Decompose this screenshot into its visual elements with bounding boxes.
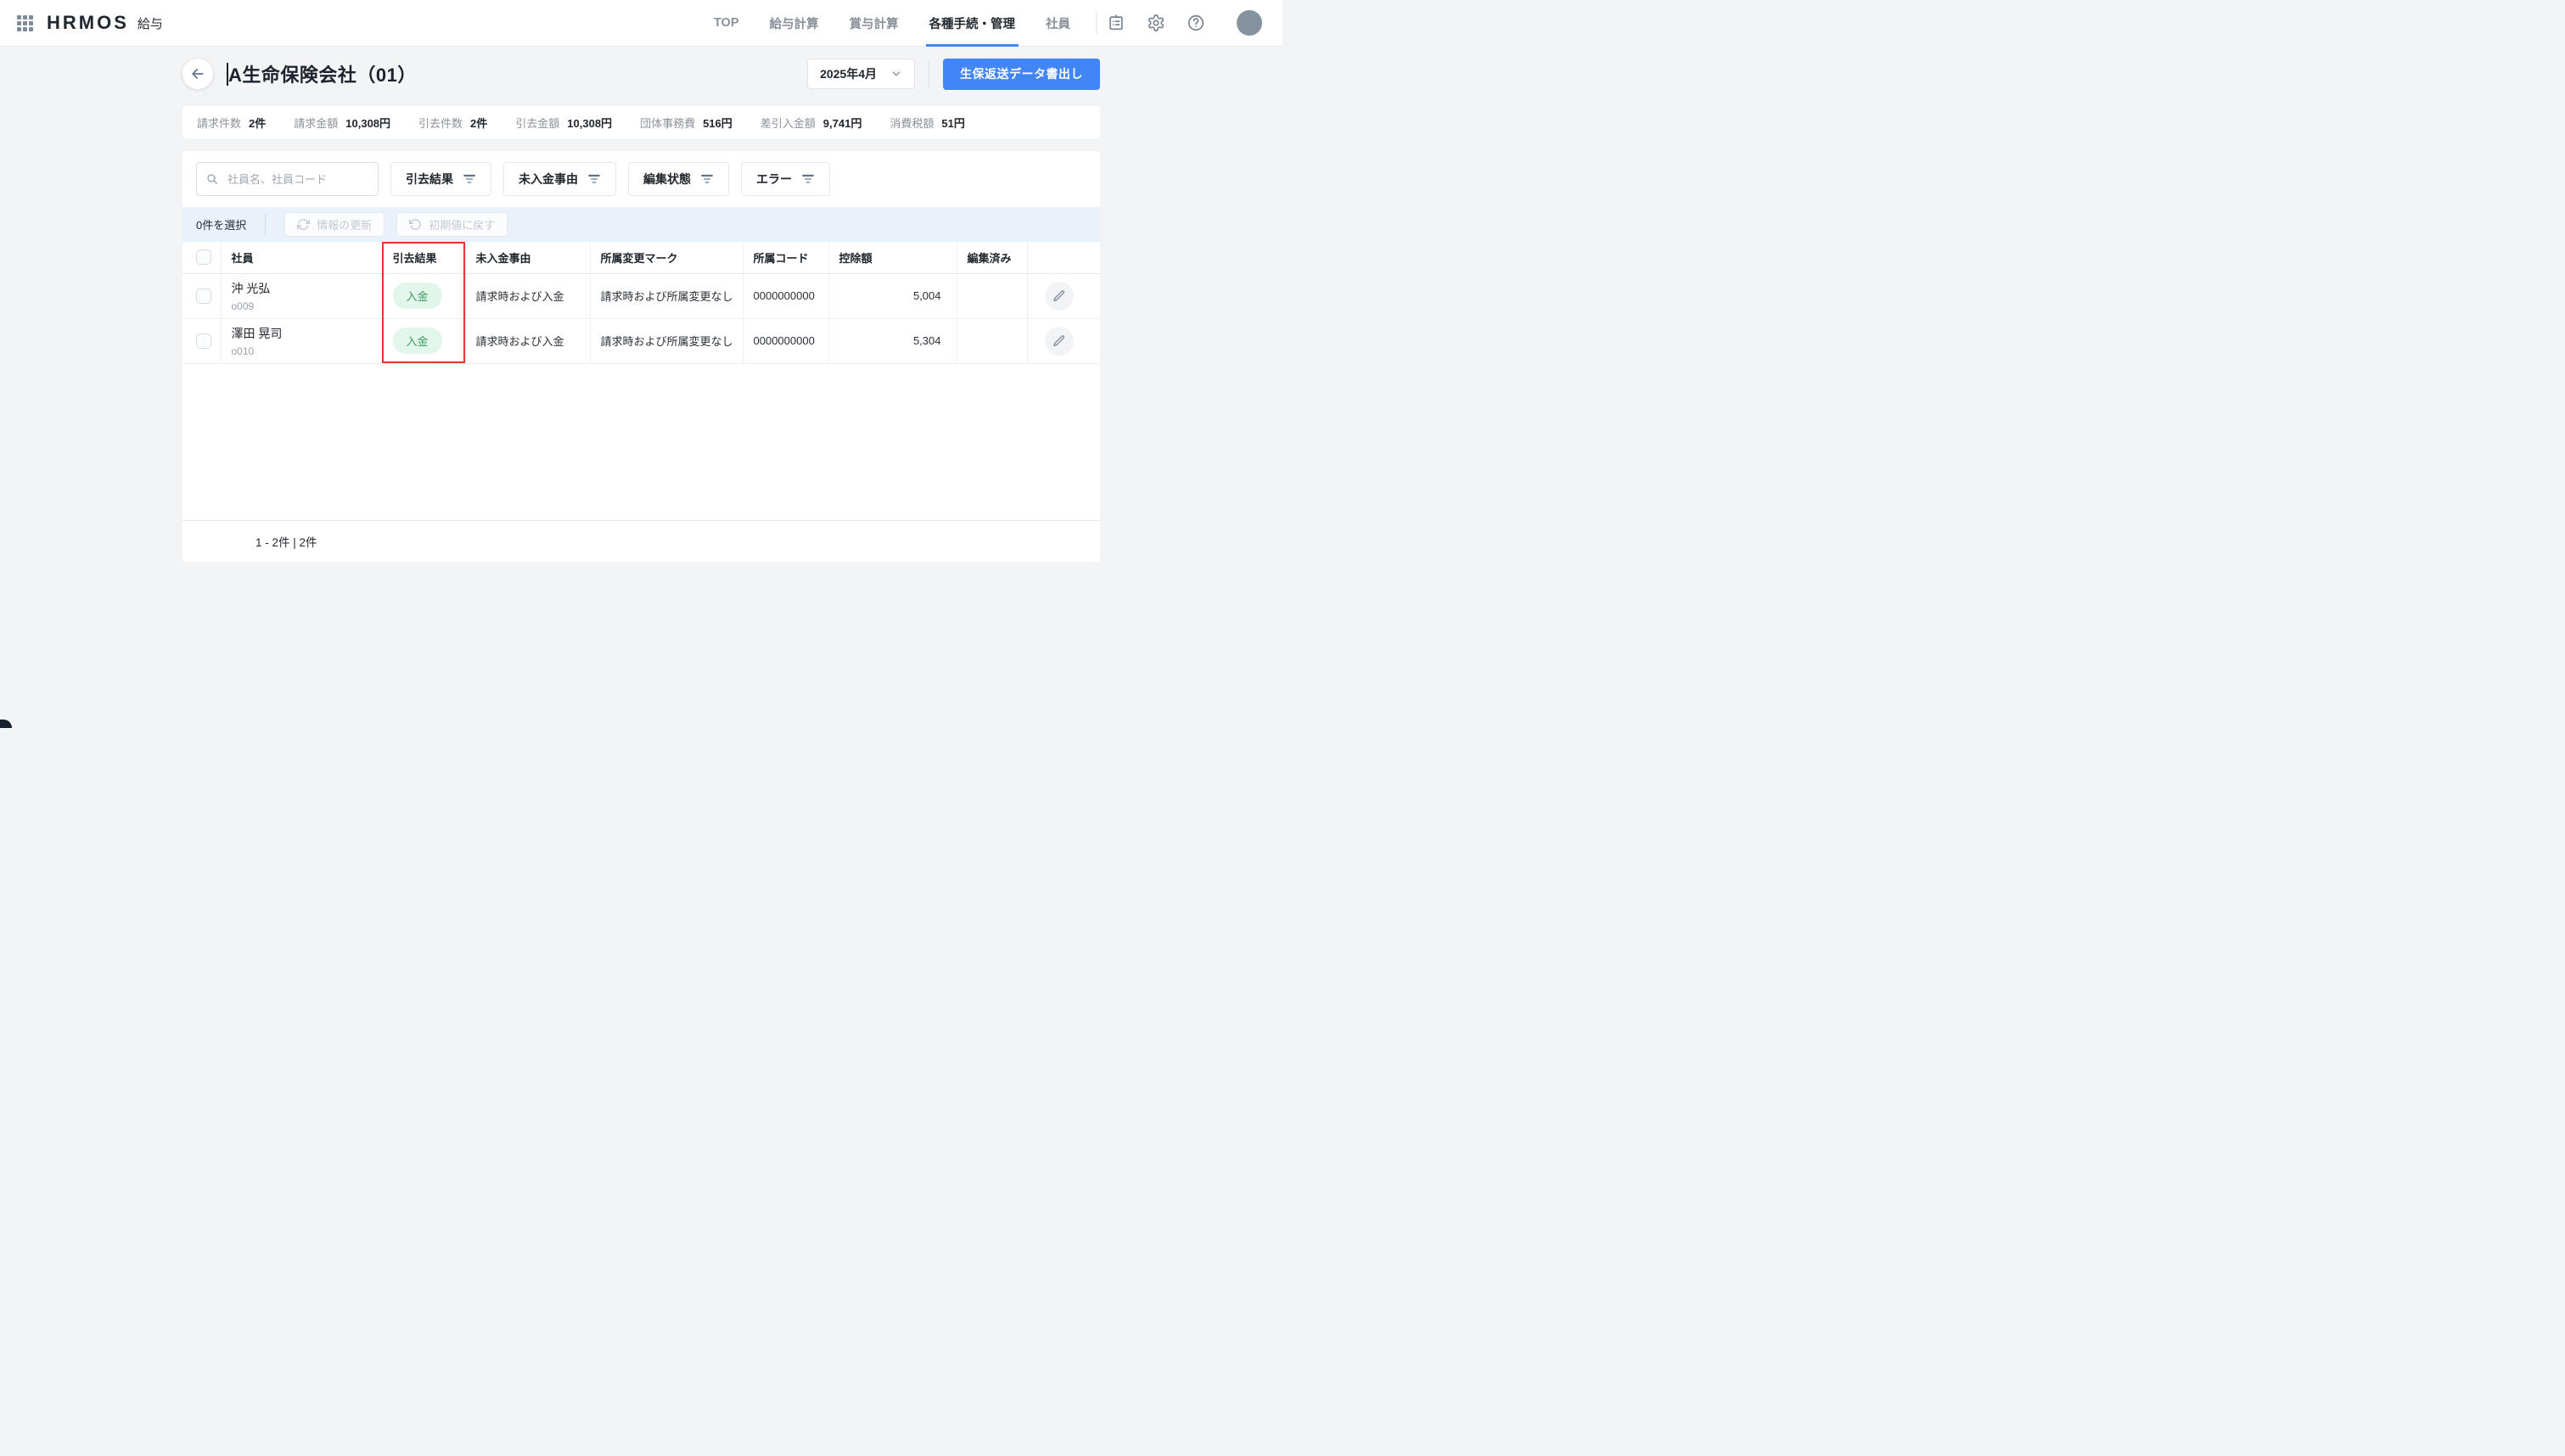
deduction-amount-cell: 5,004 [828,273,957,318]
col-header-affiliation-code: 所属コード [743,242,828,273]
nav-bonus-calc[interactable]: 賞与計算 [850,0,899,47]
top-bar: HRMOS 給与 TOP 給与計算 賞与計算 各種手続・管理 社員 [0,0,1282,47]
table-header-row: 社員 引去結果 未入金事由 所属変更マーク 所属コード 控除額 編集済み [182,242,1100,273]
hrmos-logo: HRMOS [47,12,129,34]
edited-cell [957,273,1027,318]
undo-icon [409,218,422,231]
title-row: A生命保険会社（01） 2025年4月 生保返送データ書出し [182,55,1100,92]
reset-defaults-button[interactable]: 初期値に戻す [396,212,508,237]
table-footer: 1 - 2件 | 2件 [182,520,1100,562]
stat-billing-amount: 請求金額 10,308円 [294,115,390,131]
product-name-label: 給与 [138,14,163,32]
pencil-icon [1052,334,1066,348]
col-header-deduction-amount: 控除額 [828,242,957,273]
row-checkbox[interactable] [196,333,211,349]
affiliation-change-cell: 請求時および所属変更なし [590,318,743,363]
stat-group-fee: 団体事務費 516円 [640,115,732,131]
app-grid-icon[interactable] [17,15,33,31]
search-input[interactable] [226,172,369,187]
nav-divider [1096,12,1097,34]
selection-count: 0件を選択 [196,216,246,232]
month-selector-value: 2025年4月 [820,65,877,82]
gear-icon[interactable] [1147,14,1165,32]
col-header-actions [1027,242,1100,273]
search-input-wrapper [196,162,379,196]
top-icons [1107,10,1262,36]
payment-status-badge: 入金 [393,328,442,354]
stat-deduction-count: 引去件数 2件 [418,115,487,131]
col-header-employee: 社員 [221,242,382,273]
nav-payroll-calc[interactable]: 給与計算 [770,0,819,47]
refresh-info-button[interactable]: 情報の更新 [284,212,384,237]
pagination-info: 1 - 2件 | 2件 [255,533,317,550]
selection-divider [265,214,266,235]
bottom-left-widget [0,720,12,728]
col-header-edited: 編集済み [957,242,1027,273]
main-nav: TOP 給与計算 賞与計算 各種手続・管理 社員 [714,0,1070,47]
month-selector[interactable]: 2025年4月 [807,59,915,89]
page-title: A生命保険会社（01） [228,60,417,87]
stat-net-amount: 差引入金額 9,741円 [761,115,862,131]
filter-row: 引去結果 未入金事由 編集状態 [182,151,1100,207]
export-data-button[interactable]: 生保返送データ書出し [943,59,1100,90]
pencil-icon [1052,289,1066,303]
stat-billing-count: 請求件数 2件 [197,115,266,131]
employee-name: 沖 光弘 [232,280,372,297]
unpaid-reason-cell: 請求時および入金 [465,318,590,363]
main-panel: 引去結果 未入金事由 編集状態 [182,151,1100,562]
chevron-down-icon [890,68,902,80]
affiliation-code-cell: 0000000000 [743,273,828,318]
filter-edit-status[interactable]: 編集状態 [628,162,729,196]
clipboard-list-icon[interactable] [1107,14,1125,32]
employee-table: 社員 引去結果 未入金事由 所属変更マーク 所属コード 控除額 編集済み 沖 光… [182,242,1100,364]
col-header-unpaid-reason: 未入金事由 [465,242,590,273]
edited-cell [957,318,1027,363]
nav-procedures-management[interactable]: 各種手続・管理 [929,0,1016,47]
col-header-deduction-result: 引去結果 [382,242,465,273]
filter-error[interactable]: エラー [741,162,830,196]
stat-consumption-tax: 消費税額 51円 [890,115,964,131]
edit-row-button[interactable] [1045,327,1074,356]
user-avatar[interactable] [1237,10,1262,36]
nav-employees[interactable]: 社員 [1046,0,1070,47]
unpaid-reason-cell: 請求時および入金 [465,273,590,318]
title-actions: 2025年4月 生保返送データ書出し [807,59,1100,90]
employee-name: 澤田 晃司 [232,325,372,342]
back-button[interactable] [182,59,213,89]
nav-top[interactable]: TOP [714,0,739,47]
filter-funnel-icon [700,172,714,186]
table-row[interactable]: 沖 光弘 o009 入金 請求時および入金 請求時および所属変更なし 00000… [182,273,1100,318]
stat-deduction-amount: 引去金額 10,308円 [515,115,612,131]
deduction-amount-cell: 5,304 [828,318,957,363]
page-content: A生命保険会社（01） 2025年4月 生保返送データ書出し 請求件数 2件 請… [182,55,1100,562]
selection-bar: 0件を選択 情報の更新 初期値に戻す [182,207,1100,242]
employee-code: o009 [232,300,372,312]
affiliation-change-cell: 請求時および所属変更なし [590,273,743,318]
edit-row-button[interactable] [1045,282,1074,311]
filter-deduction-result[interactable]: 引去結果 [390,162,491,196]
select-all-checkbox[interactable] [196,249,211,265]
refresh-icon [297,218,310,231]
summary-stats-bar: 請求件数 2件 請求金額 10,308円 引去件数 2件 引去金額 10,308… [182,106,1100,138]
employee-code: o010 [232,345,372,357]
affiliation-code-cell: 0000000000 [743,318,828,363]
filter-unpaid-reason[interactable]: 未入金事由 [503,162,616,196]
row-checkbox[interactable] [196,288,211,304]
filter-funnel-icon [801,172,815,186]
table-row[interactable]: 澤田 晃司 o010 入金 請求時および入金 請求時および所属変更なし 0000… [182,318,1100,363]
filter-funnel-icon [463,172,476,186]
search-icon [205,172,219,186]
help-circle-icon[interactable] [1187,14,1205,32]
col-header-affiliation-change: 所属変更マーク [590,242,743,273]
filter-funnel-icon [587,172,601,186]
payment-status-badge: 入金 [393,283,442,309]
